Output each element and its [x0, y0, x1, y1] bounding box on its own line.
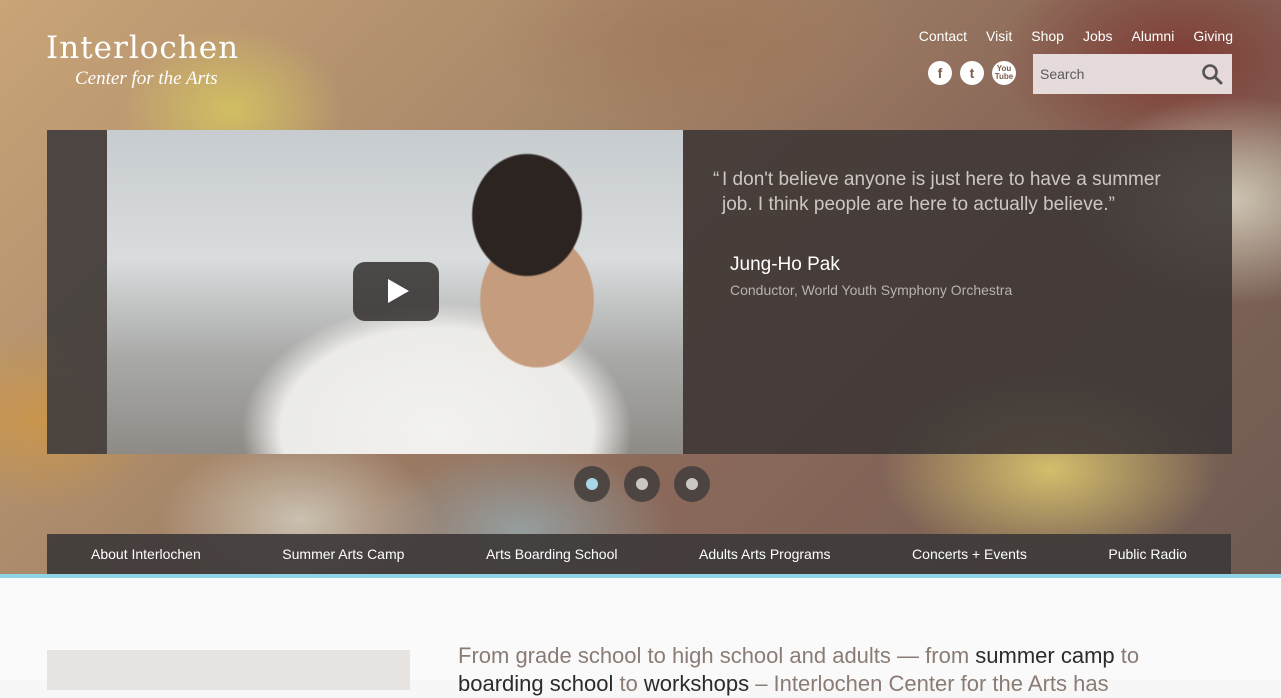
- video-thumbnail[interactable]: [107, 130, 683, 454]
- hero-slider: “ I don't believe anyone is just here to…: [47, 130, 1232, 454]
- content-section: From grade school to high school and adu…: [0, 578, 1281, 696]
- logo[interactable]: Interlochen Center for the Arts: [46, 30, 286, 94]
- social-links: f t You Tube: [928, 61, 1016, 85]
- workshops-link[interactable]: workshops: [644, 671, 749, 696]
- intro-text-part: – Interlochen Center for the Arts has: [749, 671, 1109, 696]
- boarding-school-link[interactable]: boarding school: [458, 671, 613, 696]
- search-box: [1033, 54, 1232, 94]
- carousel-dots: [574, 466, 710, 502]
- carousel-dot-2[interactable]: [624, 466, 660, 502]
- person-name: Jung-Ho Pak: [730, 254, 840, 275]
- twitter-icon[interactable]: t: [960, 61, 984, 85]
- nav-public-radio[interactable]: Public Radio: [1108, 546, 1187, 562]
- utility-link-shop[interactable]: Shop: [1031, 28, 1064, 44]
- nav-summer-arts-camp[interactable]: Summer Arts Camp: [282, 546, 404, 562]
- quote-panel: “ I don't believe anyone is just here to…: [683, 130, 1232, 454]
- main-nav: About Interlochen Summer Arts Camp Arts …: [47, 534, 1231, 574]
- nav-adults-arts-programs[interactable]: Adults Arts Programs: [699, 546, 831, 562]
- feature-image-placeholder: [47, 650, 410, 690]
- logo-tagline: Center for the Arts: [75, 68, 218, 89]
- utility-nav: Contact Visit Shop Jobs Alumni Giving: [900, 28, 1233, 44]
- person-role: Conductor, World Youth Symphony Orchestr…: [730, 282, 1013, 298]
- quote-text: I don't believe anyone is just here to h…: [722, 169, 1161, 215]
- intro-text: From grade school to high school and adu…: [458, 642, 1218, 698]
- slider-left-panel: [47, 130, 107, 454]
- nav-concerts-events[interactable]: Concerts + Events: [912, 546, 1027, 562]
- search-input[interactable]: [1033, 54, 1193, 94]
- hero-background: Interlochen Center for the Arts Contact …: [0, 0, 1281, 574]
- logo-wordmark: Interlochen: [46, 30, 240, 66]
- intro-text-part: to: [1114, 643, 1140, 668]
- utility-link-alumni[interactable]: Alumni: [1132, 28, 1175, 44]
- facebook-icon[interactable]: f: [928, 61, 952, 85]
- youtube-icon[interactable]: You Tube: [992, 61, 1016, 85]
- utility-link-giving[interactable]: Giving: [1193, 28, 1233, 44]
- search-icon[interactable]: [1201, 63, 1223, 85]
- intro-text-part: From grade school to high school and adu…: [458, 643, 976, 668]
- nav-arts-boarding-school[interactable]: Arts Boarding School: [486, 546, 618, 562]
- play-button[interactable]: [353, 262, 439, 321]
- utility-link-visit[interactable]: Visit: [986, 28, 1012, 44]
- utility-link-contact[interactable]: Contact: [919, 28, 967, 44]
- summer-camp-link[interactable]: summer camp: [975, 643, 1114, 668]
- intro-text-part: to: [613, 671, 644, 696]
- carousel-dot-1[interactable]: [574, 466, 610, 502]
- testimonial-quote: “ I don't believe anyone is just here to…: [713, 167, 1192, 217]
- open-quote-mark: “: [713, 169, 720, 190]
- carousel-dot-3[interactable]: [674, 466, 710, 502]
- nav-about-interlochen[interactable]: About Interlochen: [91, 546, 201, 562]
- utility-link-jobs[interactable]: Jobs: [1083, 28, 1113, 44]
